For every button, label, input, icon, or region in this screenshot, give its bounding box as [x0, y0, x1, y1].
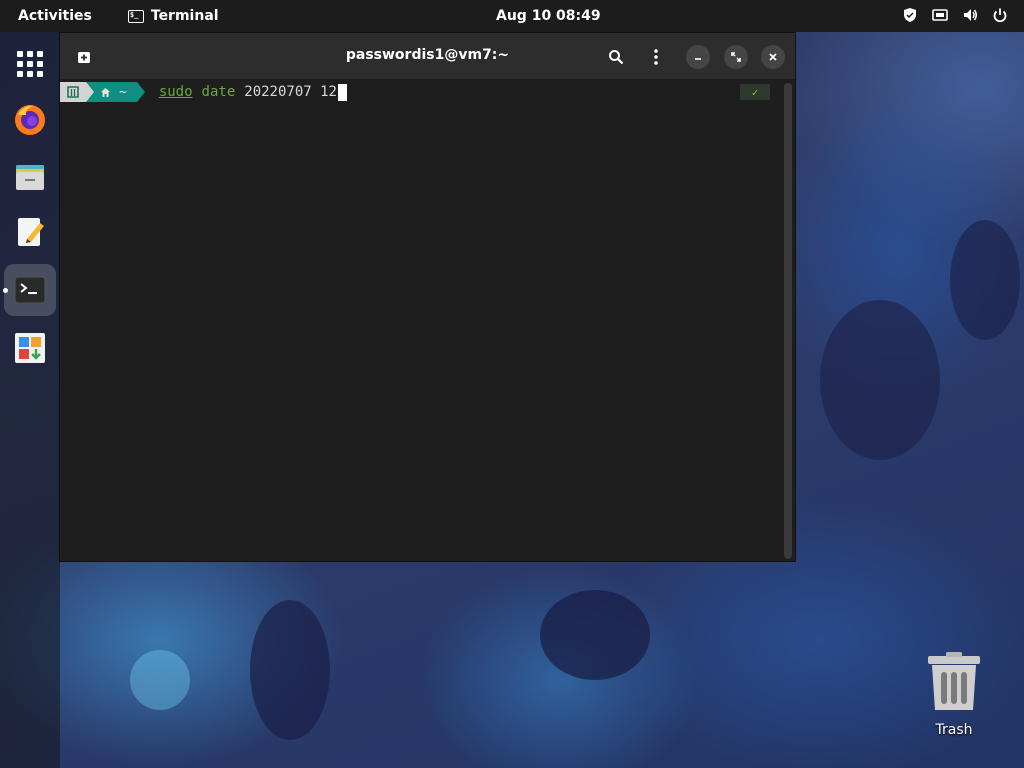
app-menu[interactable]: $_ Terminal [127, 8, 219, 24]
minimize-icon [695, 58, 701, 60]
network-icon[interactable] [932, 7, 948, 23]
os-logo-icon [67, 86, 79, 98]
window-title: passwordis1@vm7:~ [345, 47, 510, 63]
menu-button[interactable] [644, 45, 668, 69]
text-editor-launcher[interactable] [4, 206, 56, 258]
terminal-icon [14, 276, 46, 304]
activities-button[interactable]: Activities [18, 8, 92, 24]
wallpaper-blob [950, 220, 1020, 340]
kebab-menu-icon [654, 49, 658, 65]
wallpaper-blob [820, 300, 940, 460]
command-args: 20220707 12 [244, 84, 337, 100]
grid-icon [17, 51, 43, 77]
files-icon [16, 165, 44, 190]
software-icon [15, 333, 45, 363]
command-sudo: sudo [158, 84, 193, 100]
terminal-output[interactable]: ~ sudo date 20220707 12 ✓ [60, 79, 795, 561]
clock[interactable]: Aug 10 08:49 [496, 8, 601, 24]
search-icon [609, 50, 624, 65]
close-icon [769, 53, 777, 61]
search-button[interactable] [604, 45, 628, 69]
power-icon[interactable] [992, 7, 1008, 23]
home-icon [101, 87, 110, 97]
current-directory: ~ [119, 84, 127, 100]
trash-icon [928, 652, 980, 710]
terminal-launcher[interactable] [4, 264, 56, 316]
terminal-window[interactable]: passwordis1@vm7:~ ~ sudo date 20220707 1… [59, 32, 796, 562]
scrollbar[interactable] [784, 83, 792, 559]
maximize-button[interactable] [724, 45, 748, 69]
software-launcher[interactable] [4, 322, 56, 374]
close-button[interactable] [761, 45, 785, 69]
volume-icon[interactable] [962, 7, 978, 23]
firefox-launcher[interactable] [4, 94, 56, 146]
top-bar: Activities $_ Terminal Aug 10 08:49 [0, 0, 1024, 32]
shield-icon[interactable] [902, 7, 918, 23]
app-grid-button[interactable] [4, 38, 56, 90]
text-cursor [337, 83, 347, 101]
firefox-icon [15, 105, 45, 135]
app-menu-label: Terminal [150, 8, 219, 24]
text-editor-icon [18, 218, 44, 246]
directory-segment: ~ [86, 82, 145, 102]
os-segment [60, 82, 86, 102]
files-launcher[interactable] [4, 150, 56, 202]
trash-label: Trash [935, 722, 973, 738]
command-line[interactable]: sudo date 20220707 12 [158, 83, 347, 101]
command-name: date [201, 84, 236, 100]
minimize-button[interactable] [686, 45, 710, 69]
status-segment: ✓ [740, 84, 770, 100]
wallpaper-blob [250, 600, 330, 740]
prompt-line: ~ sudo date 20220707 12 [60, 82, 347, 102]
dock [0, 32, 60, 768]
terminal-app-icon: $_ [127, 9, 144, 23]
system-tray[interactable] [902, 7, 1008, 23]
window-titlebar[interactable]: passwordis1@vm7:~ [60, 33, 795, 79]
maximize-icon [731, 52, 741, 62]
trash-desktop-icon[interactable]: Trash [920, 652, 988, 738]
wallpaper-blob [540, 590, 650, 680]
wallpaper-blob [130, 650, 190, 710]
